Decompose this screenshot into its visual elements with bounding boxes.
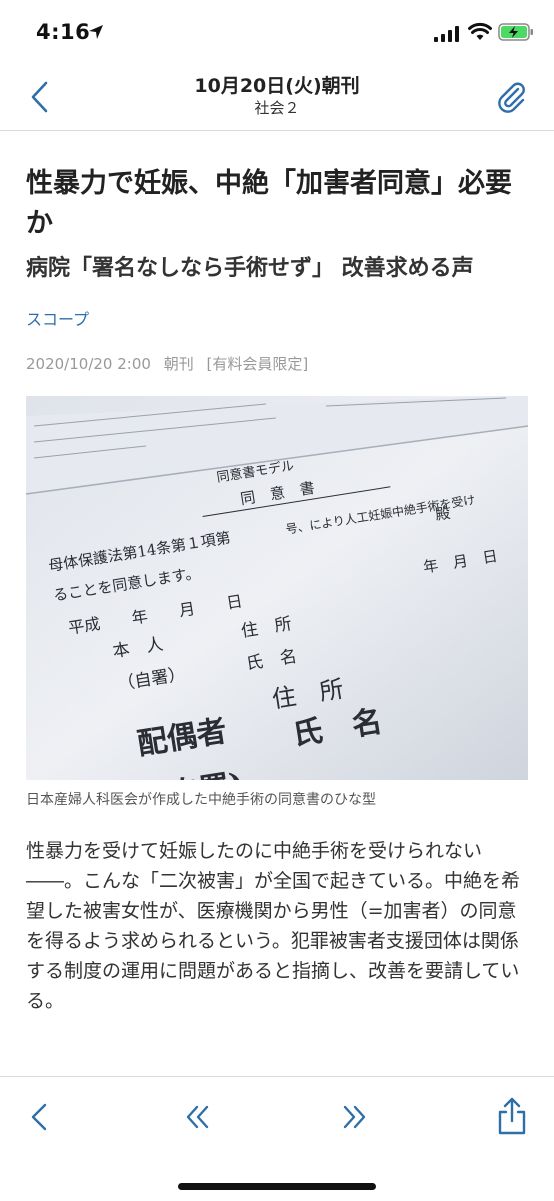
- article-photo[interactable]: 同意書モデル 同 意 書 母体保護法第14条第１項第 号、により人工妊娠中絶手術…: [26, 396, 528, 780]
- paperclip-icon[interactable]: [494, 80, 530, 116]
- location-arrow-icon: [89, 25, 103, 39]
- chevron-left-icon[interactable]: [26, 80, 56, 114]
- article-access-label: [有料会員限定]: [206, 355, 309, 373]
- article: 性暴力で妊娠、中絶「加害者同意」必要か 病院「署名なしなら手術せず」 改善求める…: [26, 130, 528, 1016]
- article-edition: 朝刊: [163, 355, 194, 373]
- next-article-icon[interactable]: [336, 1099, 372, 1135]
- back-icon[interactable]: [22, 1099, 58, 1135]
- form-right-marker-text: 殿: [434, 504, 452, 524]
- cellular-signal-icon: [434, 26, 459, 42]
- article-datetime: 2020/10/20 2:00: [26, 355, 151, 373]
- article-headline: 性暴力で妊娠、中絶「加害者同意」必要か: [26, 168, 512, 239]
- article-lead-paragraph: 性暴力を受けて妊娠したのに中絶手術を受けられない――。こんな「二次被害」が全国で…: [26, 840, 521, 1012]
- home-indicator: [178, 1183, 376, 1190]
- battery-charging-icon: [498, 23, 533, 41]
- article-subheadline: 病院「署名なしなら手術せず」 改善求める声: [26, 256, 474, 281]
- nav-title-group: 10月20日(火)朝刊 社会２: [127, 74, 427, 118]
- page-subtitle: 社会２: [254, 99, 300, 117]
- page-title: 10月20日(火)朝刊: [194, 75, 360, 97]
- article-meta: 2020/10/20 2:00 朝刊 [有料会員限定]: [26, 354, 528, 374]
- share-icon[interactable]: [494, 1095, 530, 1137]
- article-tag-link[interactable]: スコープ: [26, 310, 89, 330]
- bottom-toolbar: [0, 1076, 554, 1201]
- status-time: 4:16: [36, 20, 91, 44]
- consent-form-photo: 同意書モデル 同 意 書 母体保護法第14条第１項第 号、により人工妊娠中絶手術…: [26, 396, 528, 780]
- status-bar: 4:16: [0, 0, 554, 68]
- photo-caption: 日本産婦人科医会が作成した中絶手術の同意書のひな型: [26, 792, 376, 808]
- previous-article-icon[interactable]: [180, 1099, 216, 1135]
- wifi-icon: [468, 22, 492, 40]
- navigation-bar: 10月20日(火)朝刊 社会２: [0, 68, 554, 131]
